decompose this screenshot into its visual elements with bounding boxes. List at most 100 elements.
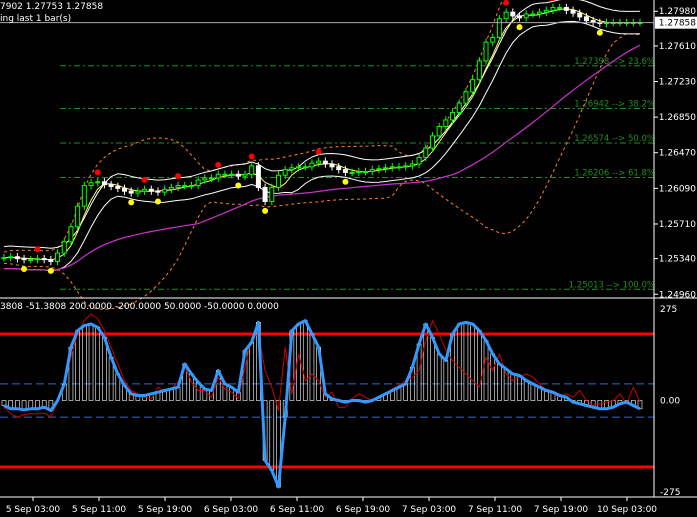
candle-body <box>108 184 114 187</box>
candle-body <box>68 226 74 243</box>
cci-indicator: 2750.00-275 <box>0 305 680 498</box>
candle-body <box>48 259 54 262</box>
candle-body <box>175 185 181 188</box>
candle-body <box>423 147 429 158</box>
fractal-down-dot <box>235 182 242 189</box>
x-tick-label: 7 Sep 11:00 <box>468 505 523 515</box>
candle-body <box>148 188 154 192</box>
cci-histogram-bar <box>517 375 522 401</box>
cci-histogram-bar <box>436 353 442 401</box>
fractal-up-dot <box>315 148 322 155</box>
candle-body <box>496 18 502 38</box>
candlesticks <box>1 3 643 266</box>
cci-histogram-bar <box>102 336 107 401</box>
candle-body <box>41 258 47 261</box>
cci-main-line <box>3 319 641 489</box>
candle-body <box>436 126 442 137</box>
candle-body <box>356 170 362 173</box>
candle-body <box>309 162 315 168</box>
bollinger-bands <box>3 0 641 310</box>
candle-body <box>282 169 288 176</box>
candle-body <box>369 169 375 172</box>
cci-histogram-bar <box>523 380 529 401</box>
fib-label: 1.25013 --> 100.0% <box>569 280 655 290</box>
candle-body <box>443 119 449 128</box>
candle-body <box>363 170 369 173</box>
candle-body <box>75 205 81 228</box>
candle-body <box>322 160 328 165</box>
candle-body <box>396 166 402 169</box>
candle-body <box>557 6 563 9</box>
candle-body <box>296 166 302 169</box>
chart-canvas: 1.28135 --> 0.0%1.27398 --> 23.6%1.26942… <box>0 0 697 515</box>
cci-histogram-bar <box>75 330 80 401</box>
candle-body <box>583 16 589 22</box>
candle-body <box>470 79 476 93</box>
fractal-down-dot <box>342 178 349 185</box>
candle-body <box>255 165 261 188</box>
cci-histogram-bar <box>95 326 101 401</box>
candle-body <box>8 256 14 259</box>
y-tick-label: 1.26470 <box>659 149 696 159</box>
candle-body <box>302 166 308 169</box>
candle-body <box>403 165 409 168</box>
cci-histogram-bar <box>443 360 449 401</box>
cci-histogram-bar <box>510 373 516 401</box>
candle-body <box>34 258 40 261</box>
candle-body <box>530 13 536 16</box>
x-tick-label: 5 Sep 03:00 <box>6 505 61 515</box>
candle-body <box>101 181 107 186</box>
fib-label: 1.26206 --> 61.8% <box>574 168 655 178</box>
candle-body <box>476 60 482 81</box>
cci-histogram-bar <box>269 400 275 471</box>
fractal-up-dot <box>34 246 41 253</box>
fractal-up-dot <box>141 176 148 183</box>
candle-body <box>563 6 569 11</box>
candle-body <box>21 258 27 261</box>
x-tick-label: 5 Sep 11:00 <box>72 505 127 515</box>
upper-band <box>3 0 503 253</box>
candle-body <box>242 173 248 177</box>
slow-ma <box>3 44 641 271</box>
candle-body <box>463 91 469 104</box>
candle-body <box>215 173 221 179</box>
candle-body <box>61 241 67 254</box>
candle-body <box>429 135 435 149</box>
candle-body <box>275 174 281 188</box>
fib-label: 1.26574 --> 50.0% <box>574 134 655 144</box>
cci-tick-label: 0.00 <box>660 397 680 407</box>
candle-body <box>336 166 342 171</box>
cci-tick-label: 275 <box>660 305 677 315</box>
candle-body <box>389 166 395 169</box>
candle-body <box>383 167 389 170</box>
candle-body <box>262 186 268 202</box>
fractal-down-dot <box>154 198 161 205</box>
x-tick-label: 6 Sep 19:00 <box>336 505 391 515</box>
y-tick-label: 1.27980 <box>659 7 696 17</box>
candle-body <box>188 185 194 188</box>
candle-body <box>249 165 255 175</box>
candle-body <box>376 168 382 171</box>
candle-body <box>115 185 121 189</box>
bars-subtitle: ing last 1 bar(s) <box>0 14 72 24</box>
candle-body <box>209 177 215 180</box>
x-tick-label: 7 Sep 03:00 <box>402 505 457 515</box>
y-tick-label: 1.27610 <box>659 42 696 52</box>
x-tick-label: 7 Sep 19:00 <box>534 505 589 515</box>
candle-body <box>456 102 462 113</box>
fractal-up-dot <box>215 161 222 168</box>
candle-body <box>577 12 583 18</box>
candle-body <box>122 187 128 192</box>
current-price-label: 1.27858 <box>659 19 696 29</box>
fractal-down-dot <box>21 265 28 272</box>
candle-body <box>155 190 161 193</box>
y-tick-label: 1.25340 <box>659 255 696 265</box>
fractal-up-dot <box>503 0 510 6</box>
fractal-down-dot <box>128 199 135 206</box>
candle-body <box>128 190 134 194</box>
candle-body <box>162 188 168 193</box>
candle-body <box>289 167 295 171</box>
y-tick-label: 1.24960 <box>659 290 696 300</box>
price-axes: 1.27980 1.27610 1.27230 1.26850 1.26470 1.260… <box>0 0 697 515</box>
fractal-down-dot <box>262 207 269 214</box>
